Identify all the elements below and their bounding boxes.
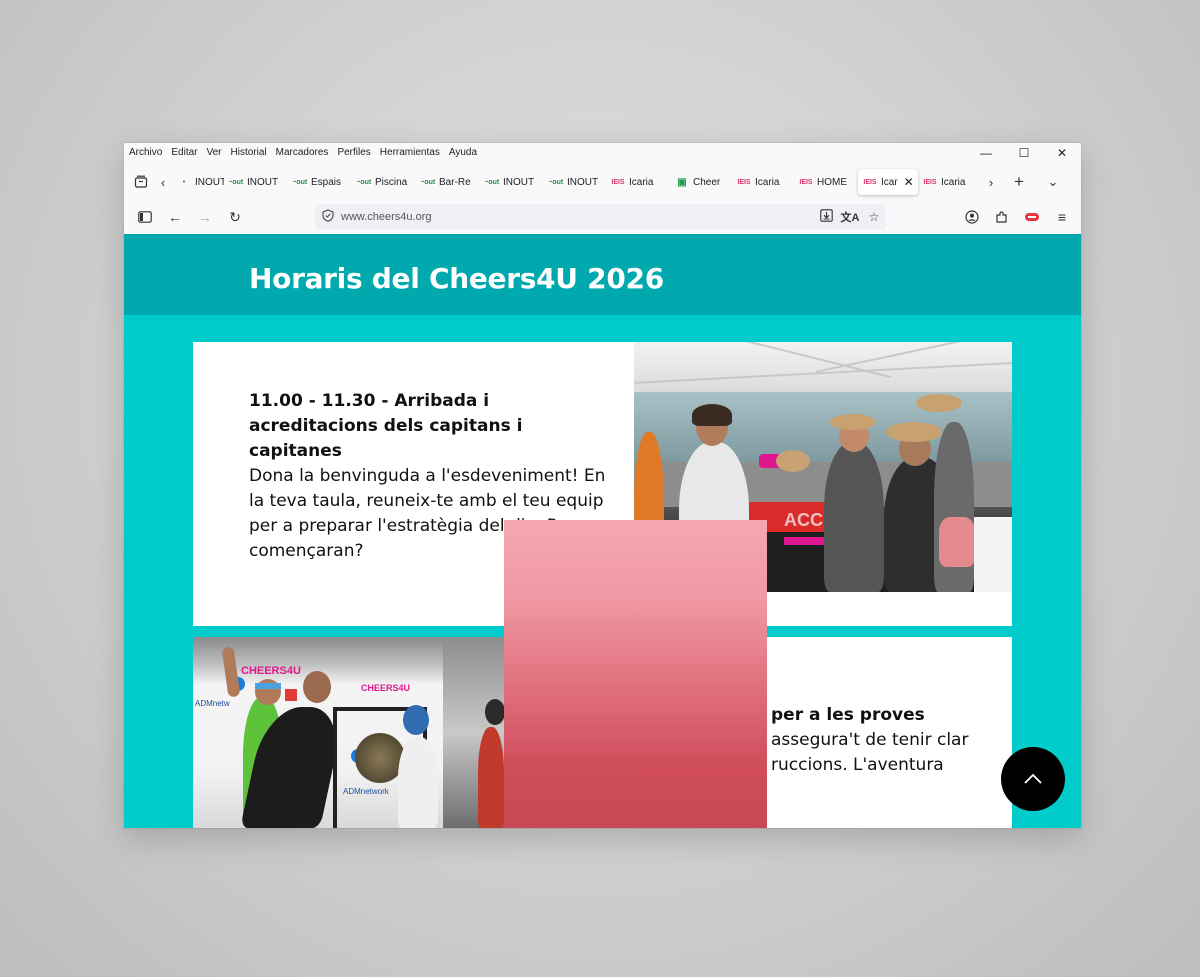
maximize-button[interactable]: ☐ xyxy=(1005,143,1043,163)
extension-icon[interactable] xyxy=(1017,203,1047,231)
list-tabs-icon[interactable]: ⌄ xyxy=(1036,169,1070,195)
schedule-card-2-desc-line1: assegura't de tenir clar xyxy=(771,730,969,750)
download-icon[interactable] xyxy=(814,209,838,225)
menu-perfiles[interactable]: Perfiles xyxy=(337,147,370,158)
tab-item[interactable]: ⁃out Bar-Re xyxy=(416,169,480,195)
tab-item-active[interactable]: IEIS Icar ✕ xyxy=(858,169,918,195)
icaria-favicon-icon: IEIS xyxy=(863,178,877,186)
account-icon[interactable] xyxy=(957,203,987,231)
menu-historial[interactable]: Historial xyxy=(231,147,267,158)
menu-ver[interactable]: Ver xyxy=(206,147,221,158)
puzzle-icon[interactable] xyxy=(987,203,1017,231)
page-title: Horaris del Cheers4U 2026 xyxy=(249,262,664,295)
tab-item[interactable]: ⁃out INOUT xyxy=(480,169,544,195)
tab-item[interactable]: ▣ Cheer xyxy=(670,169,732,195)
toolbar-right: ≡ xyxy=(957,203,1077,231)
scroll-tabs-left-icon[interactable]: ‹ xyxy=(154,169,172,195)
tab-item[interactable]: ⁃out INOUT xyxy=(544,169,606,195)
inout-favicon-icon: ⁃out xyxy=(292,179,308,186)
icaria-favicon-icon: IEIS xyxy=(799,178,813,186)
minimize-button[interactable]: — xyxy=(967,143,1005,163)
sidebar-icon[interactable] xyxy=(130,203,160,231)
tab-overview-icon[interactable] xyxy=(128,169,154,195)
inout-favicon-icon: ⁃out xyxy=(228,179,244,186)
tab-item[interactable]: IEIS Icaria xyxy=(918,169,980,195)
tab-item[interactable]: IEIS Icaria xyxy=(732,169,794,195)
inout-favicon-icon: ⁃out xyxy=(420,179,436,186)
arrow-left-icon[interactable]: ← xyxy=(160,203,190,231)
tab-item[interactable]: IEIS Icaria xyxy=(606,169,670,195)
menu-herramientas[interactable]: Herramientas xyxy=(380,147,440,158)
navigation-bar: ← → ↻ www.cheers4u.org 文A ☆ ≡ xyxy=(124,201,1081,233)
tab-item[interactable]: IEIS HOME xyxy=(794,169,858,195)
page-content: Horaris del Cheers4U 2026 11.00 - 11.30 … xyxy=(124,234,1081,828)
browser-window: Archivo Editar Ver Historial Marcadores … xyxy=(124,143,1081,828)
star-icon[interactable]: ☆ xyxy=(862,210,886,224)
schedule-card-2-desc-line2: ruccions. L'aventura xyxy=(771,755,944,775)
schedule-card-title: 11.00 - 11.30 - Arribada i acreditacions… xyxy=(249,391,523,461)
new-tab-icon[interactable]: + xyxy=(1002,169,1036,195)
tab-item[interactable]: ⁃out Piscina xyxy=(352,169,416,195)
inout-favicon-icon: ⁃out xyxy=(548,179,564,186)
inout-favicon-icon: ⁃out xyxy=(484,179,500,186)
tab-item[interactable]: ⁃out INOUT xyxy=(224,169,288,195)
scroll-tabs-right-icon[interactable]: › xyxy=(980,169,1002,195)
cheer-favicon-icon: ▣ xyxy=(677,176,687,188)
schedule-card-2-text: per a les proves assegura't de tenir cla… xyxy=(771,703,1011,778)
chevron-up-icon xyxy=(1024,773,1042,784)
url-bar[interactable]: www.cheers4u.org 文A ☆ xyxy=(315,204,886,230)
url-text[interactable]: www.cheers4u.org xyxy=(341,211,814,223)
arrow-right-icon[interactable]: → xyxy=(190,203,220,231)
icaria-favicon-icon: IEIS xyxy=(923,178,937,186)
inout-favicon-icon: • xyxy=(182,178,186,186)
icaria-favicon-icon: IEIS xyxy=(737,178,751,186)
photo-logo-text: CHEERS4U xyxy=(241,665,301,677)
menu-bar: Archivo Editar Ver Historial Marcadores … xyxy=(124,143,1081,161)
menu-ayuda[interactable]: Ayuda xyxy=(449,147,477,158)
event-photo-gong: CHEERS4U CHEERS4U ADMnetw ADMnetwork xyxy=(193,637,504,828)
icaria-favicon-icon: IEIS xyxy=(611,178,625,186)
close-window-button[interactable]: ✕ xyxy=(1043,143,1081,163)
tab-item[interactable]: • INOUT xyxy=(172,169,224,195)
menu-archivo[interactable]: Archivo xyxy=(129,147,162,158)
menu-marcadores[interactable]: Marcadores xyxy=(276,147,329,158)
hamburger-icon[interactable]: ≡ xyxy=(1047,203,1077,231)
scroll-to-top-button[interactable] xyxy=(1001,747,1065,811)
pink-overlay-panel xyxy=(504,520,767,828)
reload-icon[interactable]: ↻ xyxy=(220,203,250,231)
shield-icon[interactable] xyxy=(315,209,341,225)
translate-icon[interactable]: 文A xyxy=(838,209,862,225)
window-controls: — ☐ ✕ xyxy=(967,143,1081,163)
close-tab-icon[interactable]: ✕ xyxy=(904,175,914,189)
schedule-card-2-title: per a les proves xyxy=(771,705,925,725)
inout-favicon-icon: ⁃out xyxy=(356,179,372,186)
tab-strip: ‹ • INOUT ⁃out INOUT ⁃out Espais ⁃out Piscin… xyxy=(124,167,1081,197)
menu-editar[interactable]: Editar xyxy=(171,147,197,158)
tab-item[interactable]: ⁃out Espais xyxy=(288,169,352,195)
hero-header: Horaris del Cheers4U 2026 xyxy=(124,234,1081,315)
